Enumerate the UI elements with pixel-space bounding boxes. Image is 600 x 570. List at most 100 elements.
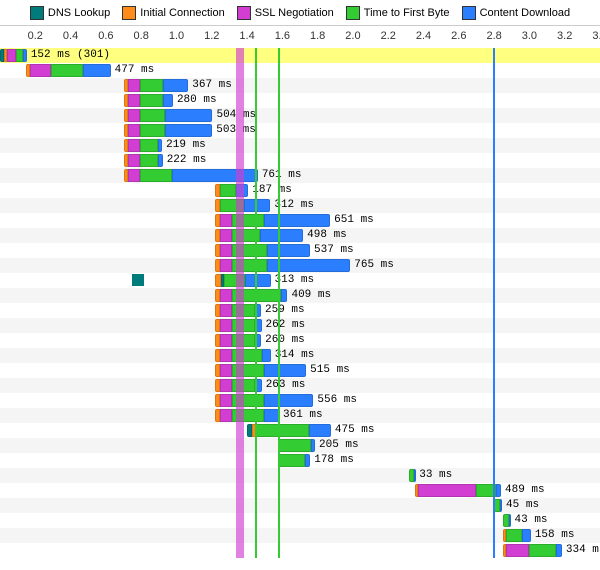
timing-bar [26,64,110,77]
ssl-segment [418,484,476,497]
ttfb-segment [476,484,495,497]
waterfall-row[interactable]: 158 ms [0,528,600,543]
timing-bar [215,334,261,347]
waterfall-row[interactable]: 556 ms [0,393,600,408]
waterfall-row[interactable]: 259 ms [0,303,600,318]
ttfb-segment [220,199,245,212]
timing-bar [215,244,310,257]
waterfall-row[interactable]: 262 ms [0,318,600,333]
timing-label: 313 ms [275,274,315,287]
dns-marker-icon [132,274,144,286]
timing-bar [503,514,511,527]
axis-tick: 2.6 [451,30,466,42]
waterfall-row[interactable]: 219 ms [0,138,600,153]
waterfall-row[interactable]: 475 ms [0,423,600,438]
waterfall-row[interactable]: 761 ms [0,168,600,183]
waterfall-row[interactable]: 280 ms [0,93,600,108]
waterfall-row[interactable]: 361 ms [0,408,600,423]
timing-label: 765 ms [354,259,394,272]
timing-label: 312 ms [274,199,314,212]
timing-label: 556 ms [317,394,357,407]
timing-label: 537 ms [314,244,354,257]
timing-bar [215,199,270,212]
timing-label: 515 ms [310,364,350,377]
waterfall-row[interactable]: 260 ms [0,333,600,348]
ttfb-segment [224,274,245,287]
waterfall-row[interactable]: 152 ms (301) [0,48,600,63]
ssl-segment [220,214,232,227]
waterfall-row[interactable]: 504 ms [0,108,600,123]
download-segment [522,529,530,542]
timing-bar [215,184,248,197]
waterfall-row[interactable]: 45 ms [0,498,600,513]
legend-label: Content Download [480,7,571,19]
timing-bar [215,259,350,272]
waterfall-row[interactable]: 178 ms [0,453,600,468]
waterfall-row[interactable]: 187 ms [0,183,600,198]
download-segment [509,514,511,527]
timing-bar [215,214,330,227]
waterfall-row[interactable]: 503 ms [0,123,600,138]
download-segment [244,199,270,212]
legend-label: DNS Lookup [48,7,110,19]
waterfall-row[interactable]: 205 ms [0,438,600,453]
waterfall-row[interactable]: 409 ms [0,288,600,303]
axis-tick: 0.8 [134,30,149,42]
waterfall-row[interactable]: 334 ms [0,543,600,558]
timing-bar [0,49,27,62]
waterfall-row[interactable]: 498 ms [0,228,600,243]
ttfb-segment [140,79,163,92]
waterfall-row[interactable]: 263 ms [0,378,600,393]
download-segment [264,214,330,227]
ttfb-segment [232,229,260,242]
axis-tick: 2.2 [381,30,396,42]
waterfall-row[interactable]: 313 ms [0,273,600,288]
ssl-segment [220,364,232,377]
waterfall-row[interactable]: 43 ms [0,513,600,528]
ttfb-segment [232,319,255,332]
waterfall-row[interactable]: 765 ms [0,258,600,273]
timing-label: 178 ms [314,454,354,467]
ttfb-segment [503,514,509,527]
ssl-segment [220,304,232,317]
waterfall-row[interactable]: 477 ms [0,63,600,78]
ttfb-segment [140,139,158,152]
waterfall-row[interactable]: 537 ms [0,243,600,258]
axis-tick: 1.6 [275,30,290,42]
ttfb-segment [279,454,305,467]
waterfall-row[interactable]: 222 ms [0,153,600,168]
waterfall-row[interactable]: 314 ms [0,348,600,363]
ssl-segment [220,289,232,302]
download-segment [309,424,331,437]
timing-bar [215,319,261,332]
download-segment [264,394,314,407]
legend-item: SSL Negotiation [237,6,334,20]
waterfall-row[interactable]: 515 ms [0,363,600,378]
legend: DNS LookupInitial ConnectionSSL Negotiat… [0,0,600,26]
download-segment [165,124,212,137]
waterfall-row[interactable]: 367 ms [0,78,600,93]
chart-body: 152 ms (301)477 ms367 ms280 ms504 ms503 … [0,48,600,558]
waterfall-row[interactable]: 33 ms [0,468,600,483]
legend-swatch [346,6,360,20]
download-segment [305,454,310,467]
waterfall-row[interactable]: 312 ms [0,198,600,213]
download-segment [496,484,501,497]
axis-tick: 2.0 [345,30,360,42]
waterfall-row[interactable]: 651 ms [0,213,600,228]
timing-label: 205 ms [319,439,359,452]
waterfall-row[interactable]: 489 ms [0,483,600,498]
timing-bar [124,94,173,107]
timing-bar [409,469,415,482]
ttfb-segment [232,379,255,392]
timing-label: 367 ms [192,79,232,92]
legend-swatch [462,6,476,20]
download-segment [264,409,279,422]
legend-label: Time to First Byte [364,7,450,19]
download-segment [172,169,258,182]
axis-tick: 1.8 [310,30,325,42]
ttfb-segment [232,364,264,377]
ttfb-segment [232,334,255,347]
download-segment [281,289,287,302]
download-segment [255,304,261,317]
